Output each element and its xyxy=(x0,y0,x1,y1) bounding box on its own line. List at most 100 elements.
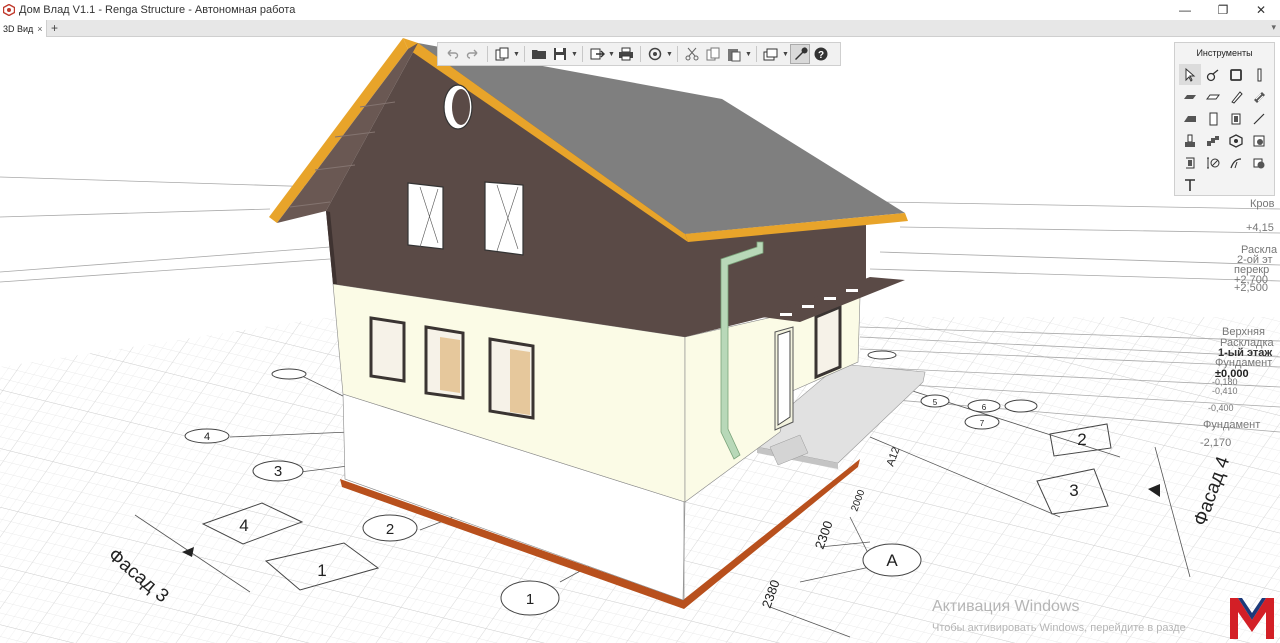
cut-button[interactable] xyxy=(682,44,702,64)
room-tag-3: 3 xyxy=(1069,481,1078,500)
add-tab-button[interactable]: + xyxy=(47,20,63,36)
toolbar-separator xyxy=(756,46,757,62)
tab-label: 3D Вид xyxy=(3,23,34,34)
foundation-icon xyxy=(1185,134,1195,147)
beam-icon xyxy=(1231,90,1243,104)
column-tool[interactable] xyxy=(1248,64,1270,85)
wall-tool[interactable] xyxy=(1179,86,1201,107)
roof-icon xyxy=(1184,115,1196,122)
rebar-tool[interactable] xyxy=(1248,86,1270,107)
stair-icon xyxy=(1207,135,1219,146)
sync-button[interactable] xyxy=(645,44,665,64)
wrench-icon xyxy=(795,47,808,60)
paste-icon xyxy=(728,49,741,62)
scissors-icon xyxy=(685,47,699,61)
print-button[interactable] xyxy=(616,44,636,64)
renga-logo-icon xyxy=(3,4,15,16)
isolation-icon xyxy=(1207,157,1220,168)
redo-button[interactable] xyxy=(463,44,483,64)
opening-tool[interactable] xyxy=(1179,152,1201,173)
3d-viewport[interactable]: 4 1 2 3 1 2 3 4 А 5 6 7 Фасад 3 Фасад 4 … xyxy=(0,37,1280,643)
export-button[interactable] xyxy=(587,44,607,64)
views-dropdown-icon[interactable]: ▼ xyxy=(782,51,789,58)
axis-label-7: 7 xyxy=(980,419,985,428)
foundation-tool[interactable] xyxy=(1179,130,1201,151)
equipment-tool[interactable] xyxy=(1248,130,1270,151)
undo-icon xyxy=(447,49,459,59)
undo-button[interactable] xyxy=(442,44,462,64)
window-1 xyxy=(369,316,406,383)
restore-button[interactable]: ❐ xyxy=(1204,0,1242,20)
level-label-4150: +4,15 xyxy=(1246,222,1274,234)
copy-icon xyxy=(706,47,720,61)
stair-tool[interactable] xyxy=(1202,130,1224,151)
axis-icon xyxy=(1206,68,1219,81)
copy-button[interactable] xyxy=(703,44,723,64)
room-tag-2: 2 xyxy=(1077,430,1086,449)
title-bar: Дом Влад V1.1 - Renga Structure - Автоно… xyxy=(0,0,1280,20)
slab-tool[interactable] xyxy=(1202,86,1224,107)
help-button[interactable]: ? xyxy=(811,44,831,64)
column-icon xyxy=(1257,68,1262,81)
brand-m-logo-icon xyxy=(1228,596,1276,640)
save-dropdown-icon[interactable]: ▼ xyxy=(571,51,578,58)
door-tool[interactable] xyxy=(1202,108,1224,129)
rebar-icon xyxy=(1254,91,1265,103)
axis-tool[interactable] xyxy=(1202,64,1224,85)
select-tool[interactable] xyxy=(1179,64,1201,85)
text-tool[interactable] xyxy=(1179,174,1201,195)
views-button[interactable] xyxy=(761,44,781,64)
axis-bubble-7 xyxy=(1004,399,1038,413)
sync-icon xyxy=(648,47,662,61)
settings-button[interactable] xyxy=(790,44,810,64)
roof-tool[interactable] xyxy=(1179,108,1201,129)
frame-tool[interactable] xyxy=(1225,64,1247,85)
opening-icon xyxy=(1186,157,1195,168)
beam-tool[interactable] xyxy=(1225,86,1247,107)
toolbar-separator xyxy=(487,46,488,62)
save-button[interactable] xyxy=(550,44,570,64)
axis-label-3: 3 xyxy=(274,463,282,480)
level-label-foundation: Фундамент xyxy=(1203,419,1260,431)
help-icon: ? xyxy=(814,47,828,61)
paste-dropdown-icon[interactable]: ▼ xyxy=(745,51,752,58)
room-tag-1: 1 xyxy=(317,561,326,580)
level-label-m2170: -2,170 xyxy=(1200,437,1231,449)
cursor-icon xyxy=(1185,67,1196,82)
new-project-dropdown-icon[interactable]: ▼ xyxy=(513,51,520,58)
sync-dropdown-icon[interactable]: ▼ xyxy=(666,51,673,58)
arc-icon xyxy=(1230,157,1242,168)
minimize-button[interactable]: — xyxy=(1166,0,1204,20)
axis-label-2: 2 xyxy=(386,521,394,538)
paste-button[interactable] xyxy=(724,44,744,64)
axis-bubble-top xyxy=(867,350,897,360)
renga-window: Дом Влад V1.1 - Renga Structure - Автоно… xyxy=(0,0,1280,643)
new-project-button[interactable] xyxy=(492,44,512,64)
window-controls: — ❐ ✕ xyxy=(1166,0,1280,20)
open-button[interactable] xyxy=(529,44,549,64)
element-tool[interactable] xyxy=(1225,130,1247,151)
toolbar-separator xyxy=(677,46,678,62)
room-tag-4: 4 xyxy=(239,516,248,535)
printer-icon xyxy=(619,47,633,61)
tab-3d-view[interactable]: 3D Вид × xyxy=(0,20,47,37)
close-button[interactable]: ✕ xyxy=(1242,0,1280,20)
window-side xyxy=(814,304,842,380)
isolation-tool[interactable] xyxy=(1202,152,1224,173)
document-tab-bar: 3D Вид × + ▾ xyxy=(0,20,1280,37)
line-tool[interactable] xyxy=(1248,108,1270,129)
arc-tool[interactable] xyxy=(1225,152,1247,173)
slab-icon xyxy=(1206,94,1220,99)
toolbar-separator xyxy=(524,46,525,62)
tab-close-button[interactable]: × xyxy=(37,24,42,34)
export-dropdown-icon[interactable]: ▼ xyxy=(608,51,615,58)
area-tool[interactable] xyxy=(1248,152,1270,173)
level-label-2500: +2,500 xyxy=(1234,282,1268,294)
save-icon xyxy=(554,48,566,60)
tab-list-dropdown[interactable]: ▾ xyxy=(1271,22,1276,33)
axis-label-6: 6 xyxy=(982,403,987,412)
window-tool[interactable] xyxy=(1225,108,1247,129)
door-icon xyxy=(1209,112,1218,125)
window-icon xyxy=(1231,113,1241,124)
stacked-views-icon xyxy=(763,48,778,61)
